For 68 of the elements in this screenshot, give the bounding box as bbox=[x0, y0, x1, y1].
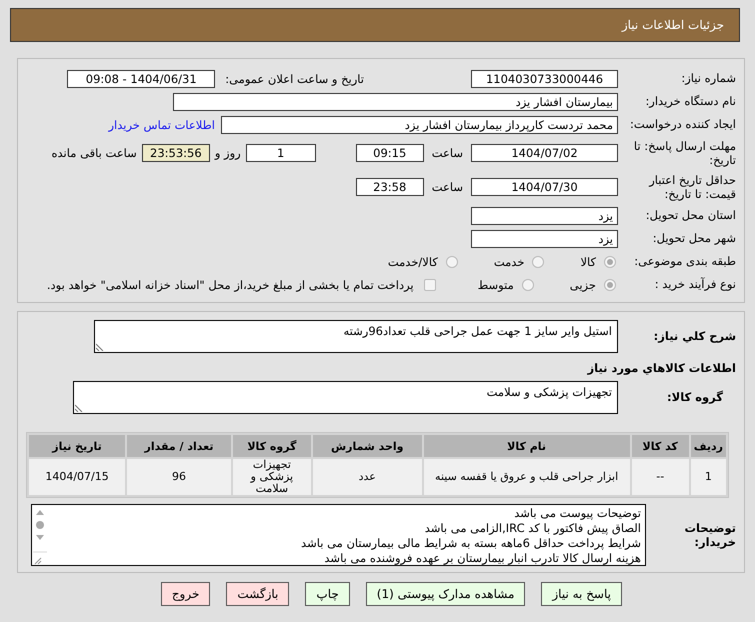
field-label: طبقه بندی موضوعی: bbox=[633, 254, 737, 269]
radio-button[interactable] bbox=[604, 278, 616, 290]
field-label: شرح کلي نیاز: bbox=[652, 329, 737, 344]
action-button[interactable]: خروج bbox=[160, 582, 210, 606]
radio-button[interactable] bbox=[604, 256, 616, 268]
description-field[interactable]: استیل وایر سایز 1 جهت عمل جراحی قلب تعداد96رشته bbox=[94, 320, 618, 353]
option-label: خدمت bbox=[494, 254, 524, 268]
column-header: ردیف bbox=[690, 435, 726, 457]
field-label: گروه کالا: bbox=[666, 390, 724, 405]
radio-button[interactable] bbox=[446, 256, 458, 268]
option-label: جزیی bbox=[570, 278, 596, 292]
input-field[interactable]: محمد تردست کارپرداز بیمارستان افشار یزد bbox=[221, 116, 618, 134]
column-header: تاریخ نیاز bbox=[29, 435, 126, 457]
action-button[interactable]: بازگشت bbox=[226, 582, 290, 606]
table-cell: عدد bbox=[312, 459, 422, 496]
action-button[interactable]: مشاهده مدارک پیوستی (1) bbox=[366, 582, 526, 606]
table-cell: 1 bbox=[690, 459, 726, 496]
buyer-notes-field[interactable]: توضیحات پیوست می باشد الصاق پیش فاکتور با کد IRC,الزامی می باشد شرایط پرداخت حداقل 6ماهه بسته به شرایط مالی بیمارستان می باشد هزینه ارسال کالا تادرب انبار بیمارستان بر عهده فروشنده می باشد bbox=[31, 504, 646, 566]
field-label: مهلت ارسال پاسخ: تا تاریخ: bbox=[632, 138, 737, 168]
field-label: ساعت باقی مانده bbox=[52, 146, 137, 160]
resize-grip-icon[interactable] bbox=[75, 404, 83, 412]
table-cell: تجهیزات پزشکی و سلامت bbox=[232, 459, 311, 496]
resize-grip-icon[interactable] bbox=[96, 343, 104, 351]
payment-note: پرداخت تمام یا بخشی از مبلغ خرید،از محل "اسناد خزانه اسلامی" خواهد بود. bbox=[46, 278, 414, 292]
input-field[interactable]: بیمارستان افشار یزد bbox=[173, 92, 618, 110]
countdown-field: 23:53:56 bbox=[142, 144, 210, 162]
section-heading: اطلاعات کالاهاي مورد نیاز bbox=[586, 360, 737, 377]
checkbox[interactable] bbox=[424, 278, 436, 290]
option-label: متوسط bbox=[478, 278, 514, 292]
input-field[interactable]: 23:58 bbox=[356, 178, 424, 196]
table-cell: 96 bbox=[127, 459, 231, 496]
input-field[interactable]: 1404/07/02 bbox=[471, 144, 618, 162]
field-label: شهر محل تحویل: bbox=[652, 231, 737, 246]
column-header: واحد شمارش bbox=[312, 435, 422, 457]
column-header: گروه کالا bbox=[232, 435, 311, 457]
action-button[interactable]: پاسخ به نیاز bbox=[541, 582, 622, 606]
field-label: توضیحات خریدار: bbox=[684, 520, 737, 552]
field-label: ایجاد کننده درخواست: bbox=[629, 117, 737, 132]
input-field[interactable]: یزد bbox=[471, 206, 618, 224]
radio-button[interactable] bbox=[532, 256, 544, 268]
column-header: کد کالا bbox=[632, 435, 689, 457]
goods-group-field[interactable]: تجهیزات پزشکی و سلامت bbox=[73, 381, 618, 414]
input-field[interactable]: 1404/06/31 - 09:08 bbox=[67, 70, 216, 88]
input-field[interactable]: 1404/07/30 bbox=[471, 178, 618, 196]
input-field[interactable]: یزد bbox=[471, 230, 618, 248]
input-field[interactable]: 1 bbox=[246, 144, 316, 162]
field-label: حداقل تاریخ اعتبار قیمت: تا تاریخ: bbox=[648, 172, 737, 202]
column-header: تعداد / مقدار bbox=[127, 435, 231, 457]
radio-button[interactable] bbox=[522, 278, 534, 290]
table-cell: -- bbox=[632, 459, 689, 496]
table-cell: ابزار جراحی قلب و عروق یا قفسه سینه bbox=[424, 459, 630, 496]
field-label: استان محل تحویل: bbox=[644, 208, 737, 223]
page-title: جزئیات اطلاعات نیاز bbox=[622, 18, 724, 32]
option-label: کالا/خدمت bbox=[388, 254, 438, 268]
field-label: روز و bbox=[214, 146, 241, 160]
input-field[interactable]: 09:15 bbox=[356, 144, 424, 162]
field-label: تاریخ و ساعت اعلان عمومی: bbox=[225, 72, 364, 86]
field-label: نوع فرآیند خرید : bbox=[654, 277, 737, 292]
option-label: کالا bbox=[580, 254, 596, 268]
action-button[interactable]: چاپ bbox=[305, 582, 350, 606]
column-header: نام کالا bbox=[424, 435, 630, 457]
field-label: ساعت bbox=[432, 180, 463, 194]
field-label: شماره نیاز: bbox=[680, 71, 737, 86]
table-cell: 1404/07/15 bbox=[29, 459, 126, 496]
input-field[interactable]: 1104030733000446 bbox=[471, 70, 618, 88]
buyer-contact-link[interactable]: اطلاعات تماس خریدار bbox=[108, 118, 215, 132]
field-label: نام دستگاه خریدار: bbox=[644, 94, 737, 109]
field-label: ساعت bbox=[432, 146, 463, 160]
